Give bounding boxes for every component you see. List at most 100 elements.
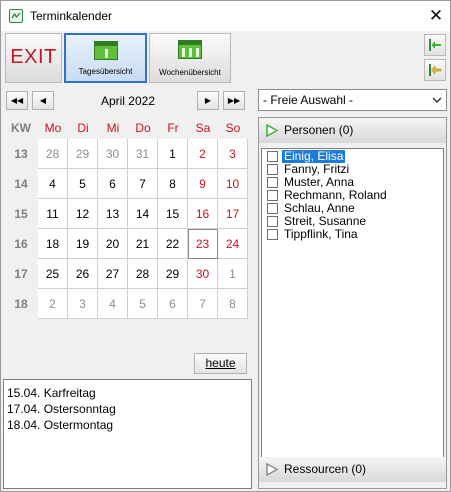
arrow-left-yellow-icon [429, 64, 442, 76]
calendar-day[interactable]: 24 [218, 229, 248, 259]
calendar-day[interactable]: 22 [158, 229, 188, 259]
calendar-day[interactable]: 29 [68, 139, 98, 169]
prev-year-button[interactable]: ◀◀ [6, 91, 28, 110]
calendar-day[interactable]: 8 [158, 169, 188, 199]
calendar-day[interactable]: 12 [68, 199, 98, 229]
person-checkbox[interactable] [267, 216, 278, 227]
resources-section-header[interactable]: Ressourcen (0) [259, 457, 446, 482]
person-checkbox[interactable] [267, 190, 278, 201]
person-checkbox[interactable] [267, 229, 278, 240]
calendar-day[interactable]: 29 [158, 259, 188, 289]
filter-selected-value: - Freie Auswahl - [263, 93, 354, 107]
next-month-button[interactable]: ▶ [197, 91, 219, 110]
calendar-grid: KW Mo Di Mi Do Fr Sa So 13 28 29 30 31 1 2 3 14 4 5 6 7 8 9 10 1… [5, 117, 248, 351]
calendar-day[interactable]: 11 [38, 199, 68, 229]
calendar-day[interactable]: 15 [158, 199, 188, 229]
calendar-day[interactable]: 5 [128, 289, 158, 319]
calendar-day[interactable]: 28 [128, 259, 158, 289]
calendar-day[interactable]: 1 [218, 259, 248, 289]
week-number: 15 [14, 207, 28, 221]
calendar-day[interactable]: 31 [128, 139, 158, 169]
calendar-day[interactable]: 16 [188, 199, 218, 229]
kw-header: KW [11, 121, 31, 135]
calendar-day[interactable]: 25 [38, 259, 68, 289]
calendar-day[interactable]: 6 [158, 289, 188, 319]
week-number: 17 [14, 267, 28, 281]
calendar-day[interactable]: 27 [98, 259, 128, 289]
week-number: 14 [14, 177, 28, 191]
calendar-day[interactable]: 17 [218, 199, 248, 229]
person-checkbox[interactable] [267, 203, 278, 214]
today-button[interactable]: heute [194, 353, 247, 374]
calendar-day[interactable]: 28 [38, 139, 68, 169]
filter-dropdown[interactable]: - Freie Auswahl - [258, 89, 447, 111]
calendar-day[interactable]: 5 [68, 169, 98, 199]
calendar-day[interactable]: 14 [128, 199, 158, 229]
exit-label: EXIT [10, 46, 57, 68]
resources-header-label: Ressourcen (0) [284, 462, 367, 476]
calendar-day[interactable]: 30 [98, 139, 128, 169]
person-checkbox[interactable] [267, 151, 278, 162]
person-item[interactable]: Tippflink, Tina [265, 228, 442, 241]
person-list[interactable]: Einig, Elisa Fanny, Fritzi Muster, Anna Rec… [261, 148, 444, 458]
calendar-day[interactable]: 3 [218, 139, 248, 169]
weekday-header: Sa [195, 121, 211, 135]
calendar-day[interactable]: 30 [188, 259, 218, 289]
double-left-icon: ◀◀ [10, 96, 24, 105]
calendar-day[interactable]: 9 [188, 169, 218, 199]
play-gray-icon [266, 463, 278, 476]
calendar-day[interactable]: 1 [158, 139, 188, 169]
calendar-day[interactable]: 2 [188, 139, 218, 169]
week-calendar-icon [178, 40, 202, 59]
day-view-label: Tagesübersicht [78, 67, 133, 76]
calendar-day[interactable]: 10 [218, 169, 248, 199]
next-year-button[interactable]: ▶▶ [223, 91, 245, 110]
day-view-button[interactable]: Tagesübersicht [64, 33, 147, 83]
weekday-header: Mo [44, 121, 62, 135]
calendar-day[interactable]: 18 [38, 229, 68, 259]
chevron-down-icon [432, 97, 442, 103]
person-checkbox[interactable] [267, 164, 278, 175]
calendar-day[interactable]: 6 [98, 169, 128, 199]
week-number: 13 [14, 147, 28, 161]
week-number: 18 [14, 297, 28, 311]
double-right-icon: ▶▶ [227, 96, 241, 105]
weekday-header: Do [135, 121, 151, 135]
week-number: 16 [14, 237, 28, 251]
collapse-panel-button[interactable] [424, 34, 446, 56]
calendar-day[interactable]: 23 [188, 229, 218, 259]
calendar-day[interactable]: 8 [218, 289, 248, 319]
person-name: Tippflink, Tina [284, 227, 358, 241]
calendar-day[interactable]: 21 [128, 229, 158, 259]
prev-month-button[interactable]: ◀ [32, 91, 54, 110]
calendar-day[interactable]: 4 [38, 169, 68, 199]
day-calendar-icon [93, 41, 118, 60]
calendar-day[interactable]: 19 [68, 229, 98, 259]
calendar-day[interactable]: 13 [98, 199, 128, 229]
holiday-item: 17.04. Ostersonntag [7, 402, 116, 416]
calendar-day[interactable]: 7 [188, 289, 218, 319]
holiday-item: 18.04. Ostermontag [7, 418, 114, 432]
calendar-day[interactable]: 20 [98, 229, 128, 259]
week-view-label: Wochenübersicht [159, 68, 221, 77]
week-view-button[interactable]: Wochenübersicht [149, 33, 231, 83]
person-checkbox[interactable] [267, 177, 278, 188]
calendar-day[interactable]: 3 [68, 289, 98, 319]
selection-panel: Personen (0) Einig, Elisa Fanny, Fritzi Mu… [258, 117, 447, 489]
play-green-icon [266, 124, 278, 137]
weekday-header: Fr [167, 121, 179, 135]
exit-button[interactable]: EXIT [5, 33, 62, 83]
title-bar: Terminkalender ✕ [1, 1, 450, 31]
weekday-header: Mi [106, 121, 120, 135]
calendar-day[interactable]: 26 [68, 259, 98, 289]
expand-panel-button[interactable] [424, 59, 446, 81]
calendar-day[interactable]: 2 [38, 289, 68, 319]
persons-section-header[interactable]: Personen (0) [259, 118, 446, 143]
holiday-item: 15.04. Karfreitag [7, 386, 96, 400]
calendar-day[interactable]: 7 [128, 169, 158, 199]
close-icon[interactable]: ✕ [425, 5, 447, 27]
left-icon: ◀ [39, 96, 47, 105]
month-label: April 2022 [100, 94, 156, 108]
terminkalender-window: Terminkalender ✕ EXIT Tagesübersicht Woc… [0, 0, 451, 492]
calendar-day[interactable]: 4 [98, 289, 128, 319]
